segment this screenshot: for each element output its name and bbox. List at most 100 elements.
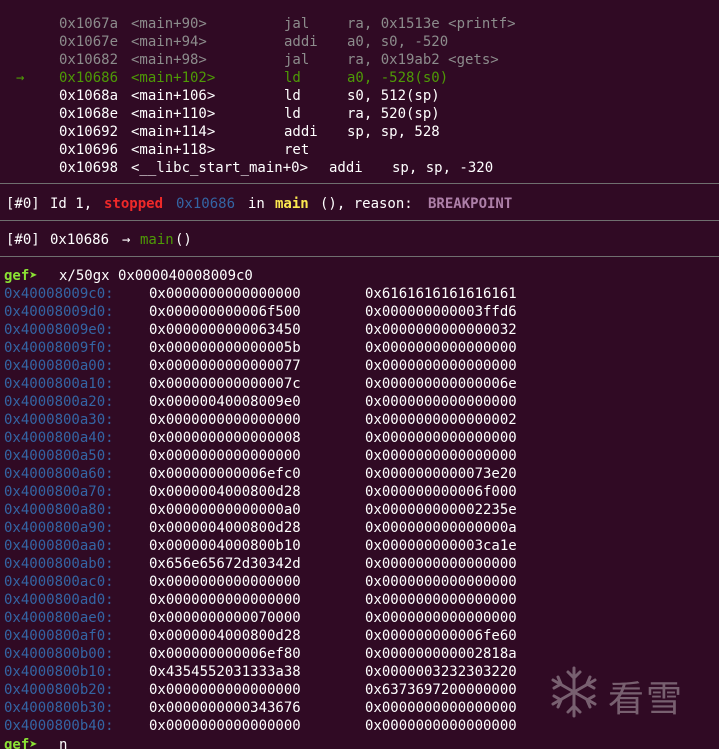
instruction-mnemonic: ld — [284, 88, 301, 104]
memory-value: 0x0000000000073e20 — [365, 466, 517, 482]
stop-address: 0x10686 — [176, 196, 236, 212]
memory-value: 0x4354552031333a38 — [149, 664, 301, 680]
memory-value: 0x000000000002235e — [365, 502, 517, 518]
memory-value: 0x0000004000800b10 — [149, 538, 301, 554]
memory-value: 0x0000000000070000 — [149, 610, 301, 626]
thread-tag: [#0] — [6, 196, 40, 212]
memory-address: 0x4000800a90: — [4, 520, 114, 536]
instruction-operands: sp, sp, 528 — [347, 124, 440, 140]
watermark-logo: 看雪 — [546, 664, 706, 724]
memory-value: 0x000000000003ca1e — [365, 538, 517, 554]
memory-value: 0x0000000000000000 — [149, 592, 301, 608]
instruction-mnemonic: jal — [284, 52, 310, 68]
separator-line — [0, 256, 719, 257]
memory-value: 0x0000000000000000 — [365, 592, 517, 608]
instruction-address: 0x1068e — [59, 106, 119, 122]
instruction-operands: ra, 0x19ab2 <gets> — [347, 52, 499, 68]
memory-value: 0x00000040008009e0 — [149, 394, 301, 410]
command-text: x/50gx 0x000040008009c0 — [59, 268, 253, 284]
memory-value: 0x0000000000000000 — [365, 610, 517, 626]
memory-address: 0x4000800a10: — [4, 376, 114, 392]
memory-value: 0x0000000000000032 — [365, 322, 517, 338]
instruction-operands: a0, -528(s0) — [347, 70, 449, 86]
instruction-mnemonic: addi — [329, 160, 363, 176]
instruction-symbol: <main+106> — [131, 88, 216, 104]
thread-id: Id 1, — [50, 196, 93, 212]
trace-line: [#0] 0x10686 → main () — [0, 231, 192, 249]
memory-value: 0x0000004000800d28 — [149, 484, 301, 500]
trace-tag: [#0] — [6, 232, 40, 248]
gef-prompt: gef➤ — [4, 737, 38, 749]
trace-arrow-icon: → — [122, 232, 131, 248]
memory-address: 0x4000800b20: — [4, 682, 114, 698]
memory-address: 0x4000800a00: — [4, 358, 114, 374]
instruction-symbol: <__libc_start_main+0> — [131, 160, 309, 176]
memory-address: 0x4000800a80: — [4, 502, 114, 518]
stop-reason-label: (), reason: — [320, 196, 413, 212]
memory-value: 0x0000000000000000 — [365, 430, 517, 446]
memory-address: 0x40008009d0: — [4, 304, 114, 320]
memory-value: 0x0000000000000000 — [149, 682, 301, 698]
input-line[interactable]: gef➤ n — [0, 736, 67, 749]
memory-address: 0x4000800aa0: — [4, 538, 114, 554]
memory-value: 0x000000000000000a — [365, 520, 517, 536]
memory-value: 0x0000000000000000 — [365, 718, 517, 734]
instruction-operands: s0, 512(sp) — [347, 88, 440, 104]
memory-value: 0x0000000000000000 — [365, 394, 517, 410]
memory-value: 0x0000000000000000 — [365, 556, 517, 572]
memory-value: 0x000000000006ef80 — [149, 646, 301, 662]
instruction-symbol: <main+118> — [131, 142, 216, 158]
memory-address: 0x40008009f0: — [4, 340, 114, 356]
memory-address: 0x4000800ae0: — [4, 610, 114, 626]
trace-suffix: () — [175, 232, 192, 248]
memory-address: 0x4000800ac0: — [4, 574, 114, 590]
memory-address: 0x4000800a50: — [4, 448, 114, 464]
memory-value: 0x0000000000000000 — [149, 448, 301, 464]
typed-command[interactable]: n — [59, 736, 67, 749]
memory-address: 0x4000800ab0: — [4, 556, 114, 572]
memory-value: 0x0000003232303220 — [365, 664, 517, 680]
memory-value: 0x0000004000800d28 — [149, 520, 301, 536]
memory-address: 0x4000800a40: — [4, 430, 114, 446]
memory-value: 0x000000000002818a — [365, 646, 517, 662]
memory-address: 0x4000800ad0: — [4, 592, 114, 608]
instruction-symbol: <main+110> — [131, 106, 216, 122]
memory-address: 0x4000800a30: — [4, 412, 114, 428]
memory-value: 0x0000000000000000 — [149, 412, 301, 428]
in-text: in — [248, 196, 265, 212]
instruction-operands: a0, s0, -520 — [347, 34, 449, 50]
memory-value: 0x0000000000000000 — [365, 448, 517, 464]
memory-value: 0x6373697200000000 — [365, 682, 517, 698]
instruction-symbol: <main+90> — [131, 16, 207, 32]
memory-address: 0x4000800b40: — [4, 718, 114, 734]
instruction-operands: sp, sp, -320 — [392, 160, 494, 176]
memory-value: 0x0000000000000000 — [149, 286, 301, 302]
memory-value: 0x000000000003ffd6 — [365, 304, 517, 320]
instruction-mnemonic: ret — [284, 142, 310, 158]
terminal-window[interactable]: 0x1067a <main+90> jal ra, 0x1513e <printf> 0… — [0, 0, 719, 749]
stop-function: main — [275, 196, 309, 212]
memory-value: 0x0000000000000000 — [365, 358, 517, 374]
memory-address: 0x4000800a70: — [4, 484, 114, 500]
instruction-mnemonic: ld — [284, 106, 301, 122]
instruction-symbol: <main+98> — [131, 52, 207, 68]
memory-value: 0x000000000000006e — [365, 376, 517, 392]
separator-line — [0, 183, 719, 184]
stopped-status: stopped — [104, 196, 164, 212]
instruction-address: 0x1067a — [59, 16, 119, 32]
instruction-address: 0x1067e — [59, 34, 119, 50]
memory-value: 0x0000000000343676 — [149, 700, 301, 716]
memory-value: 0x0000000000000000 — [365, 340, 517, 356]
memory-value: 0x0000000000000000 — [149, 718, 301, 734]
memory-value: 0x0000000000000077 — [149, 358, 301, 374]
memory-address: 0x4000800b10: — [4, 664, 114, 680]
memory-value: 0x000000000006f500 — [149, 304, 301, 320]
memory-value: 0x656e65672d30342d — [149, 556, 301, 572]
memory-value: 0x00000000000000a0 — [149, 502, 301, 518]
memory-value: 0x0000000000000008 — [149, 430, 301, 446]
instruction-address: 0x1068a — [59, 88, 119, 104]
memory-value: 0x0000000000000000 — [365, 574, 517, 590]
memory-value: 0x0000000000000000 — [365, 700, 517, 716]
instruction-mnemonic: addi — [284, 34, 318, 50]
instruction-address: 0x10692 — [59, 124, 119, 140]
